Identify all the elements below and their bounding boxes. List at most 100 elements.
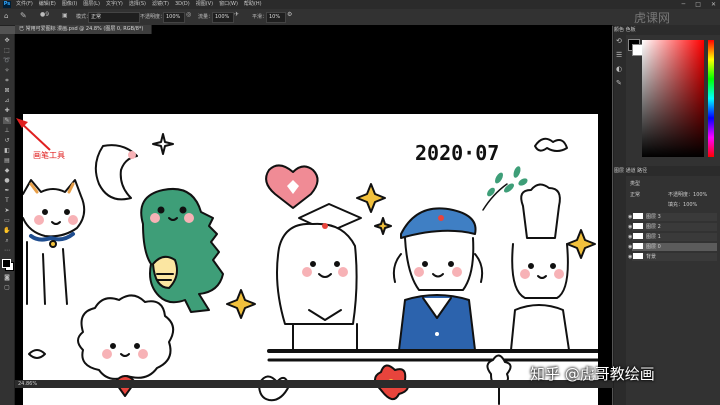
gradient-tool-icon[interactable]: ▤ [3,157,11,164]
layer-fill[interactable]: 填充：100% [668,201,697,208]
brushes-panel-icon[interactable]: ✎ [616,79,622,87]
crop-tool-icon[interactable]: ⌗ [3,77,11,84]
layer-row[interactable]: 图层 2 [632,223,717,231]
layer-name: 图层 1 [646,234,661,240]
zoom-status[interactable]: 24.86% [18,381,37,387]
smoothing-settings-icon[interactable]: ⚙ [287,11,292,18]
cat-illustration [23,179,86,305]
layers-panel-tabs[interactable]: 图层 通道 路径 [614,166,720,176]
layer-name: 图层 3 [646,214,661,220]
eraser-tool-icon[interactable]: ◧ [3,147,11,154]
menu-item[interactable]: 文字(Y) [106,0,123,9]
quick-select-tool-icon[interactable]: ✧ [3,67,11,74]
layer-thumbnail [633,233,643,239]
zoom-tool-icon[interactable]: ⌕ [3,237,11,244]
top-watermark: 虎课网 [634,11,671,25]
blur-tool-icon[interactable]: ◆ [3,167,11,174]
panel-dock-strip: ⟲ ☰ ◐ ✎ [614,25,626,405]
menu-item[interactable]: 选择(S) [129,0,146,9]
menu-item[interactable]: 文件(F) [16,0,33,9]
layer-thumbnail [633,213,643,219]
layer-fill-label: 填充： [668,202,684,208]
hue-slider[interactable] [708,40,714,157]
history-brush-icon[interactable]: ↺ [3,137,11,144]
frame-tool-icon[interactable]: ⊠ [3,87,11,94]
dinosaur-illustration [140,188,224,313]
marquee-tool-icon[interactable]: ⬚ [3,47,11,54]
menu-item[interactable]: 滤镜(T) [152,0,169,9]
properties-panel-icon[interactable]: ☰ [616,51,622,59]
watermark: 知乎 @虎哥教绘画 [530,365,655,383]
flow-label: 流量： [198,14,214,20]
pen-tool-icon[interactable]: ✒ [3,187,11,194]
right-panels: ⟲ ☰ ◐ ✎ 颜色 色板 图层 通道 路径 类型 正常 不透明度：100% 填… [613,25,720,405]
status-bar: 24.86% [15,380,615,388]
brush-preset-icon[interactable]: ✎ [20,11,27,20]
maximize-icon[interactable]: □ [695,0,701,9]
hand-tool-icon[interactable]: ✋ [3,227,11,234]
layer-name: 背景 [646,254,657,260]
options-bar: ⌂ ✎ ●9 ▣ 模式： 正常 不透明度： 100% ◎ 流量： 100% ✈ … [0,9,720,26]
layer-kind-filter[interactable]: 类型 [630,180,640,187]
home-icon[interactable]: ⌂ [4,12,8,20]
layer-opacity[interactable]: 不透明度：100% [668,191,707,198]
canvas[interactable]: 2020·07 [23,114,598,405]
layer-name: 图层 2 [646,224,661,230]
pressure-opacity-icon[interactable]: ◎ [186,11,191,18]
layer-row[interactable]: 背景 [632,253,717,261]
brush-tool-icon[interactable]: ✎ [3,117,11,124]
close-icon[interactable]: ✕ [711,0,716,9]
smooth-label: 平滑： [252,14,268,20]
lasso-tool-icon[interactable]: ➰ [3,57,11,64]
color-panel-tabs[interactable]: 颜色 色板 [614,25,720,35]
flow-input[interactable]: 100% [212,12,234,23]
opacity-label: 不透明度： [140,14,166,20]
screen-mode-icon[interactable]: ▢ [3,284,11,291]
mode-select[interactable]: 正常 [88,12,140,23]
history-panel-icon[interactable]: ⟲ [616,37,622,45]
more-tools-icon[interactable]: ⋯ [3,247,11,254]
heart-illustration [265,164,319,209]
path-select-icon[interactable]: ➤ [3,207,11,214]
menu-item[interactable]: 编辑(E) [39,0,56,9]
menu-items: 文件(F) 编辑(E) 图像(I) 图层(L) 文字(Y) 选择(S) 滤镜(T) 3D(D)… [16,0,262,9]
layer-row[interactable]: 图层 1 [632,233,717,241]
type-tool-icon[interactable]: T [3,197,11,204]
menu-item[interactable]: 视图(V) [196,0,213,9]
dodge-tool-icon[interactable]: ● [3,177,11,184]
document-tab[interactable]: 已 常用可爱图标 漫画.psd @ 24.8% (图层 0, RGB/8*) [15,25,153,34]
menu-item[interactable]: 图层(L) [83,0,100,9]
canvas-artwork: 2020·07 [23,133,598,405]
layer-blend-mode[interactable]: 正常 [630,191,640,198]
menu-item[interactable]: 3D(D) [175,0,190,9]
color-picker-field[interactable] [642,40,704,157]
photoshop-logo: Ps [3,1,11,8]
brush-size-preview[interactable]: ●9 [40,11,49,18]
brush-settings-icon[interactable]: ▣ [62,12,68,19]
layer-row[interactable]: 图层 3 [632,213,717,221]
brush-size-value: 9 [45,11,50,18]
layer-row[interactable]: 图层 0 [632,243,717,251]
layer-name: 图层 0 [646,244,661,250]
menu-item[interactable]: 窗口(W) [219,0,238,9]
adjustments-panel-icon[interactable]: ◐ [616,65,622,73]
menu-bar: Ps 文件(F) 编辑(E) 图像(I) 图层(L) 文字(Y) 选择(S) 滤镜(T) 3D… [0,0,720,9]
eyedropper-tool-icon[interactable]: ⊿ [3,97,11,104]
chef-illustration [510,183,570,351]
foreground-color-swatch[interactable] [2,259,11,268]
minimize-icon[interactable]: ─ [682,0,686,9]
layer-fill-value: 100% [683,202,698,208]
airbrush-icon[interactable]: ✈ [234,11,239,18]
smooth-input[interactable]: 10% [266,12,286,23]
layer-thumbnail [633,253,643,259]
layer-thumbnail [633,243,643,249]
stamp-tool-icon[interactable]: ⊥ [3,127,11,134]
opacity-input[interactable]: 100% [163,12,185,23]
quick-mask-icon[interactable]: ◙ [3,274,11,281]
window-controls: ─ □ ✕ [682,0,716,9]
healing-tool-icon[interactable]: ✚ [3,107,11,114]
shape-tool-icon[interactable]: ▭ [3,217,11,224]
move-tool-icon[interactable]: ✥ [3,37,11,44]
menu-item[interactable]: 图像(I) [62,0,77,9]
menu-item[interactable]: 帮助(H) [244,0,262,9]
